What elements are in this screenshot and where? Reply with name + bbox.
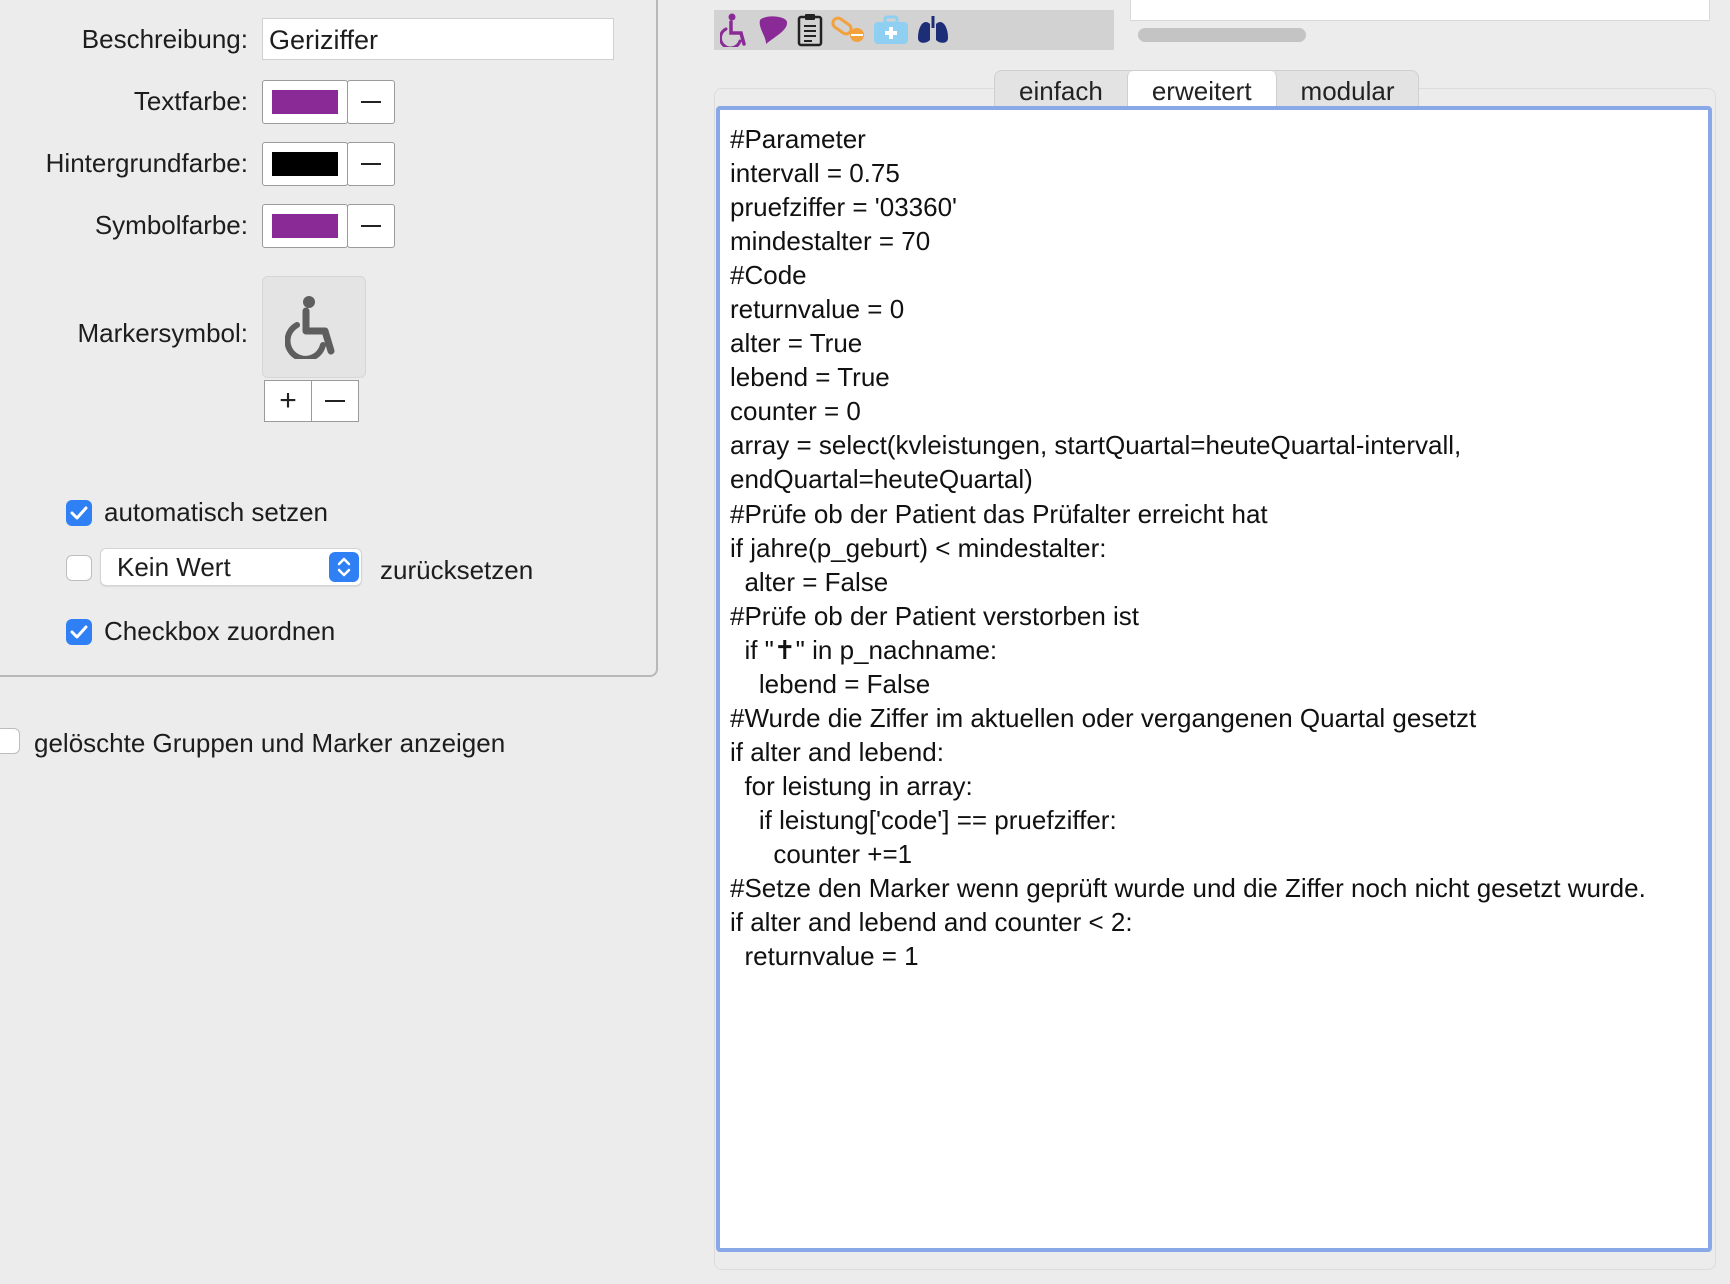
reset-label: zurücksetzen — [380, 555, 534, 585]
tab-einfach[interactable]: einfach — [995, 71, 1127, 111]
marker-icon-toolbar — [714, 10, 1114, 50]
clipboard-icon[interactable] — [796, 13, 824, 47]
symbol-color-well[interactable] — [262, 204, 348, 248]
add-symbol-button[interactable]: + — [264, 380, 312, 422]
assign-checkbox[interactable] — [66, 618, 92, 645]
auto-set-checkbox[interactable] — [66, 499, 92, 526]
chevron-updown-icon — [329, 552, 359, 582]
show-deleted-label: gelöschte Gruppen und Marker anzeigen — [34, 728, 506, 758]
checkmark-icon — [70, 506, 88, 519]
background-color-well[interactable] — [262, 142, 348, 186]
symbol-color-label: Symbolfarbe: — [94, 210, 248, 240]
text-color-swatch — [272, 90, 338, 114]
variables-table-partial[interactable] — [1130, 0, 1710, 21]
background-color-clear-button[interactable] — [347, 142, 395, 186]
auto-set-label: automatisch setzen — [104, 497, 329, 527]
show-deleted-checkbox[interactable] — [0, 728, 20, 754]
background-color-row — [262, 142, 395, 186]
first-aid-kit-icon[interactable] — [872, 14, 910, 46]
wheelchair-icon — [285, 296, 335, 359]
remove-symbol-button[interactable] — [311, 380, 359, 422]
lungs-icon[interactable] — [916, 14, 950, 46]
horizontal-scrollbar[interactable] — [1138, 28, 1306, 42]
reset-value-text: Kein Wert — [117, 552, 231, 582]
symbol-color-clear-button[interactable] — [347, 204, 395, 248]
reset-checkbox[interactable] — [66, 555, 92, 581]
auto-set-row: automatisch setzen — [66, 497, 328, 528]
text-color-well[interactable] — [262, 80, 348, 124]
text-color-clear-button[interactable] — [347, 80, 395, 124]
background-color-label: Hintergrundfarbe: — [45, 148, 248, 178]
code-editor[interactable]: #Parameter intervall = 0.75 pruefziffer … — [716, 106, 1712, 1252]
symbol-color-swatch — [272, 214, 338, 238]
background-color-swatch — [272, 152, 338, 176]
checkmark-icon — [70, 625, 88, 638]
assign-checkbox-label: Checkbox zuordnen — [104, 616, 336, 646]
tab-erweitert[interactable]: erweitert — [1126, 71, 1277, 111]
text-color-label: Textfarbe: — [133, 86, 248, 116]
text-color-row — [262, 80, 395, 124]
assign-checkbox-row: Checkbox zuordnen — [66, 616, 335, 647]
description-label: Beschreibung: — [81, 24, 248, 54]
pills-icon[interactable] — [830, 15, 866, 45]
tab-modular[interactable]: modular — [1277, 71, 1419, 111]
symbol-color-row — [262, 204, 395, 248]
marker-symbol-label: Markersymbol: — [77, 318, 248, 348]
code-editor-text[interactable]: #Parameter intervall = 0.75 pruefziffer … — [730, 122, 1702, 973]
heart-icon[interactable] — [756, 14, 790, 46]
symbol-add-remove-group: + — [264, 380, 359, 422]
description-field[interactable]: Geriziffer — [262, 18, 614, 60]
wheelchair-icon[interactable] — [720, 13, 750, 47]
marker-symbol-well[interactable] — [262, 276, 366, 378]
reset-value-popup[interactable]: Kein Wert — [100, 548, 362, 586]
